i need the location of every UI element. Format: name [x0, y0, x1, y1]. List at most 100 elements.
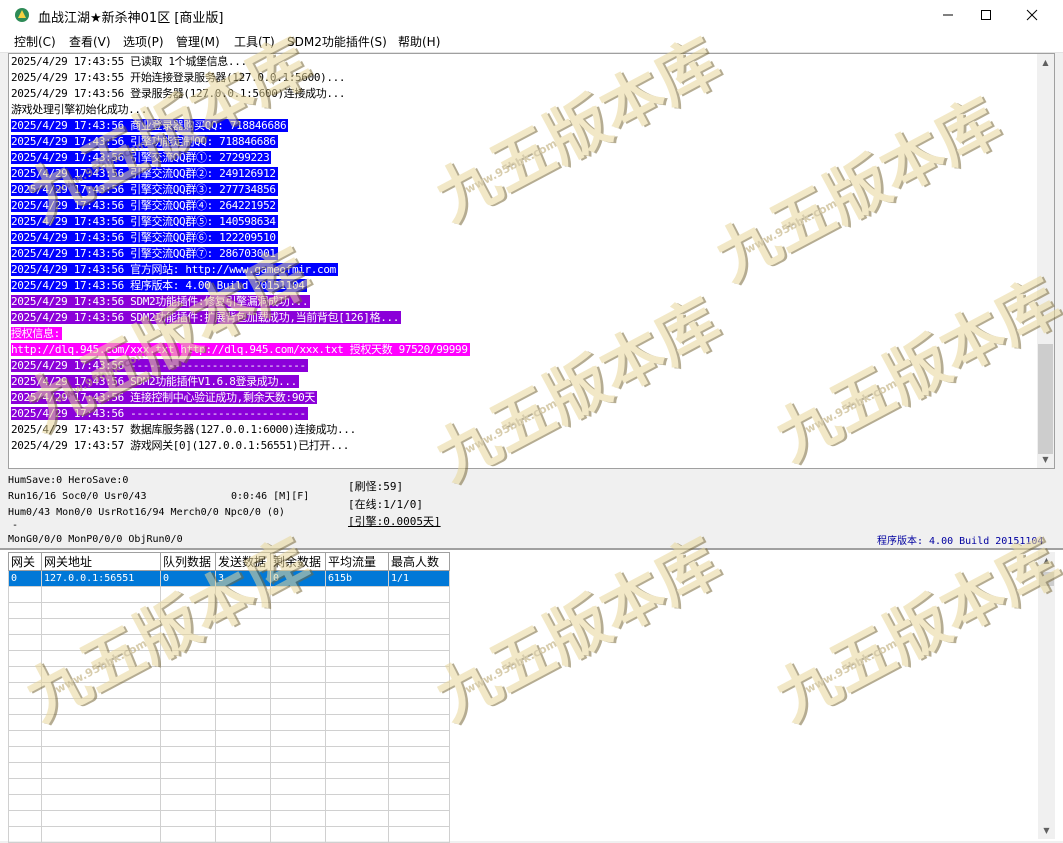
log-line: 2025/4/29 17:43:57 数据库服务器(127.0.0.1:6000… — [11, 422, 470, 438]
log-line-text: 2025/4/29 17:43:57 游戏网关[0](127.0.0.1:565… — [11, 439, 349, 452]
scroll-up-icon[interactable]: ▲ — [1037, 54, 1054, 71]
table-row[interactable] — [8, 698, 450, 715]
log-line-text: 2025/4/29 17:43:56 商业登录器购买QQ: 718846686 — [11, 119, 289, 132]
log-line-text: 2025/4/29 17:43:56 SDM2功能插件:修复引擎漏洞成功... — [11, 295, 311, 308]
table-cell — [41, 762, 161, 779]
table-cell — [215, 602, 271, 619]
log-line: 2025/4/29 17:43:57 游戏网关[0](127.0.0.1:565… — [11, 438, 470, 454]
menu-tools[interactable]: 工具(T) — [234, 33, 275, 50]
close-button[interactable] — [1009, 0, 1055, 30]
log-line: 2025/4/29 17:43:56 引擎交流QQ群③: 277734856 — [11, 182, 470, 198]
status-hum: Hum0/43 Mon0/0 UsrRot16/94 Merch0/0 Npc0… — [8, 507, 285, 518]
table-row[interactable] — [8, 618, 450, 635]
log-line-text: 2025/4/29 17:43:56 引擎交流QQ群②: 249126912 — [11, 167, 278, 180]
log-line: 2025/4/29 17:43:56 引擎交流QQ群②: 249126912 — [11, 166, 470, 182]
table-row[interactable] — [8, 730, 450, 747]
table-cell — [270, 634, 326, 651]
table-row[interactable] — [8, 810, 450, 827]
table-row[interactable] — [8, 794, 450, 811]
log-line-text: 2025/4/29 17:43:56 引擎交流QQ群①: 27299223 — [11, 151, 272, 164]
status-online: [在线:1/1/0] — [348, 498, 423, 511]
table-cell — [41, 618, 161, 635]
table-cell — [325, 586, 389, 603]
log-line: http://dlq.945.com/xxx.txt http://dlq.94… — [11, 342, 470, 358]
table-scrollbar[interactable]: ▲ ▼ — [1038, 552, 1055, 839]
table-cell: 0 — [270, 570, 326, 587]
table-cell — [160, 746, 216, 763]
table-scroll-down-icon[interactable]: ▼ — [1038, 822, 1055, 839]
log-line-text: 2025/4/29 17:43:56 引擎功能定制QQ: 718846686 — [11, 135, 278, 148]
table-cell — [388, 714, 450, 731]
col-max-users[interactable]: 最高人数 — [388, 552, 450, 571]
table-cell — [41, 810, 161, 827]
col-gateway[interactable]: 网关 — [8, 552, 42, 571]
table-cell — [270, 602, 326, 619]
table-cell — [270, 586, 326, 603]
table-cell — [325, 698, 389, 715]
table-row[interactable] — [8, 714, 450, 731]
table-row[interactable]: 0 127.0.0.1:56551 0 3 0 615b 1/1 — [8, 570, 450, 587]
log-line-text: 2025/4/29 17:43:56 引擎交流QQ群③: 277734856 — [11, 183, 278, 196]
table-cell: 1/1 — [388, 570, 450, 587]
table-row[interactable] — [8, 634, 450, 651]
table-cell — [270, 618, 326, 635]
table-scroll-up-icon[interactable]: ▲ — [1038, 552, 1055, 569]
table-scroll-thumb[interactable] — [1039, 572, 1054, 586]
table-cell — [388, 618, 450, 635]
log-line: 2025/4/29 17:43:56 ---------------------… — [11, 406, 470, 422]
log-line-text: 2025/4/29 17:43:56 官方网站: http://www.game… — [11, 263, 338, 276]
maximize-button[interactable] — [963, 0, 1009, 30]
table-cell — [8, 618, 42, 635]
table-row[interactable] — [8, 826, 450, 843]
table-cell — [8, 794, 42, 811]
table-cell — [8, 650, 42, 667]
table-row[interactable] — [8, 746, 450, 763]
col-address[interactable]: 网关地址 — [41, 552, 161, 571]
table-row[interactable] — [8, 762, 450, 779]
table-cell — [270, 826, 326, 843]
menu-control[interactable]: 控制(C) — [14, 33, 56, 50]
log-scrollbar[interactable]: ▲ ▼ — [1037, 54, 1054, 468]
table-cell — [41, 794, 161, 811]
table-row[interactable] — [8, 666, 450, 683]
table-row[interactable] — [8, 682, 450, 699]
status-mon: MonG0/0/0 MonP0/0/0 ObjRun0/0 — [8, 534, 183, 545]
scroll-down-icon[interactable]: ▼ — [1037, 451, 1054, 468]
table-cell — [215, 666, 271, 683]
table-cell — [160, 618, 216, 635]
table-cell — [215, 762, 271, 779]
table-row[interactable] — [8, 778, 450, 795]
table-cell — [388, 730, 450, 747]
table-cell — [160, 730, 216, 747]
table-cell — [8, 730, 42, 747]
table-cell — [8, 778, 42, 795]
table-cell — [388, 698, 450, 715]
table-cell — [160, 666, 216, 683]
log-line: 2025/4/29 17:43:56 引擎交流QQ群①: 27299223 — [11, 150, 470, 166]
col-avg-traffic[interactable]: 平均流量 — [325, 552, 389, 571]
log-panel[interactable]: 2025/4/29 17:43:55 已读取 1个城堡信息... 2025/4/2… — [8, 53, 1055, 469]
table-cell — [160, 762, 216, 779]
table-cell — [215, 634, 271, 651]
log-line-text: http://dlq.945.com/xxx.txt http://dlq.94… — [11, 343, 470, 356]
col-sent[interactable]: 发送数据 — [215, 552, 271, 571]
table-row[interactable] — [8, 602, 450, 619]
menu-manage[interactable]: 管理(M) — [176, 33, 220, 50]
menu-options[interactable]: 选项(P) — [123, 33, 164, 50]
menu-sdm2-plugin[interactable]: SDM2功能插件(S) — [287, 33, 387, 50]
table-row[interactable] — [8, 650, 450, 667]
log-scroll-thumb[interactable] — [1038, 344, 1053, 454]
table-cell — [41, 730, 161, 747]
menu-view[interactable]: 查看(V) — [69, 33, 111, 50]
table-row[interactable] — [8, 586, 450, 603]
table-cell — [160, 698, 216, 715]
table-cell — [215, 714, 271, 731]
col-remaining[interactable]: 剩余数据 — [270, 552, 326, 571]
menu-help[interactable]: 帮助(H) — [398, 33, 440, 50]
table-cell — [8, 586, 42, 603]
table-cell — [215, 698, 271, 715]
table-cell — [160, 778, 216, 795]
table-cell — [270, 778, 326, 795]
table-cell — [388, 650, 450, 667]
col-queue[interactable]: 队列数据 — [160, 552, 216, 571]
